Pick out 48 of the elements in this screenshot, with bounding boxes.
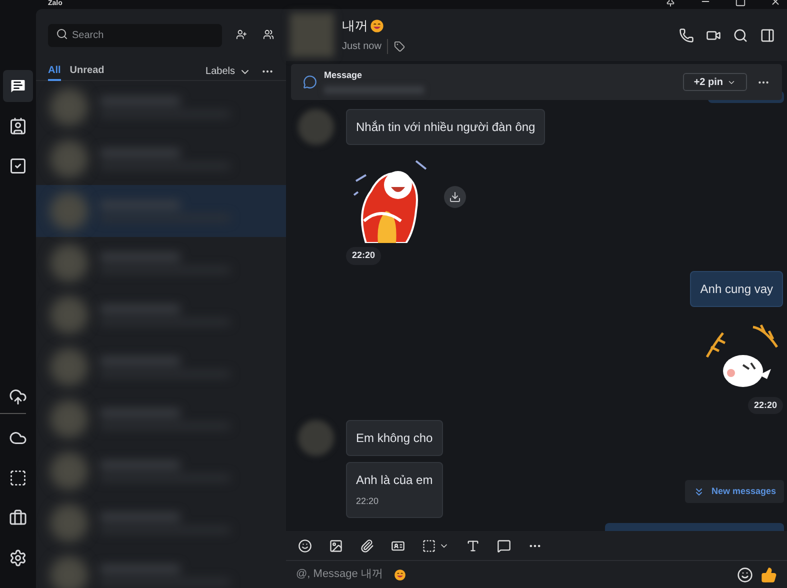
- screenshot-icon[interactable]: [422, 538, 436, 552]
- briefcase-icon: [9, 509, 27, 527]
- add-friend-icon[interactable]: [236, 27, 247, 42]
- smiling-face-icon: [394, 568, 406, 580]
- blurred-avatar: [298, 109, 334, 145]
- checkbox-icon: [9, 157, 27, 175]
- rail-button[interactable]: [3, 70, 33, 102]
- side-panel-icon[interactable]: [760, 28, 775, 42]
- blurred-avatar: [298, 420, 334, 456]
- time-chip: 22:20: [346, 247, 382, 264]
- emoji-icon[interactable]: [737, 566, 753, 582]
- message-icon: [303, 75, 317, 89]
- cloud-icon: [9, 429, 27, 447]
- dashed-square-icon: [9, 469, 27, 487]
- message-bubble: Em không cho: [346, 420, 443, 456]
- labels-dropdown[interactable]: Labels: [206, 64, 251, 79]
- cloud-upload-icon: [9, 388, 27, 406]
- smiling-face-icon: [370, 18, 384, 32]
- last-seen: Just now: [342, 39, 388, 54]
- quick-message-icon[interactable]: [497, 538, 511, 552]
- message-bubble: Nhắn tin với nhiều người đàn ông: [346, 109, 546, 145]
- filter-tab[interactable]: All: [48, 62, 61, 80]
- pins-dropdown[interactable]: +2 pin: [682, 73, 747, 91]
- tag-icon[interactable]: [394, 41, 406, 52]
- chat-icon: [9, 77, 27, 95]
- thumbs-up-icon[interactable]: [761, 566, 777, 582]
- image-icon[interactable]: [329, 538, 343, 552]
- search-field[interactable]: Search: [48, 24, 222, 47]
- paperclip-icon[interactable]: [360, 538, 374, 552]
- message-bubble: Anh cung vay: [690, 270, 783, 306]
- time-chip: 22:20: [748, 396, 783, 414]
- blurred-avatar: [290, 13, 334, 57]
- create-group-icon[interactable]: [263, 27, 274, 42]
- message-input[interactable]: @, Message 내꺼: [296, 566, 392, 583]
- new-messages-button[interactable]: New messages: [685, 480, 784, 503]
- contact-card-icon[interactable]: [391, 538, 405, 552]
- download-icon: [449, 191, 461, 203]
- message-bubble: Anh là của em 22:20: [346, 462, 443, 518]
- sticker-icon[interactable]: [298, 538, 312, 552]
- phone-icon[interactable]: [679, 28, 694, 42]
- pinned-title: Message: [324, 69, 364, 82]
- download-button[interactable]: [444, 186, 466, 208]
- contacts-icon: [9, 117, 27, 135]
- text-format-icon[interactable]: [466, 538, 480, 552]
- settings-icon: [9, 549, 27, 567]
- contact-name: 내꺼: [342, 16, 368, 35]
- filter-tab[interactable]: Unread: [70, 62, 104, 80]
- search-icon[interactable]: [733, 28, 748, 42]
